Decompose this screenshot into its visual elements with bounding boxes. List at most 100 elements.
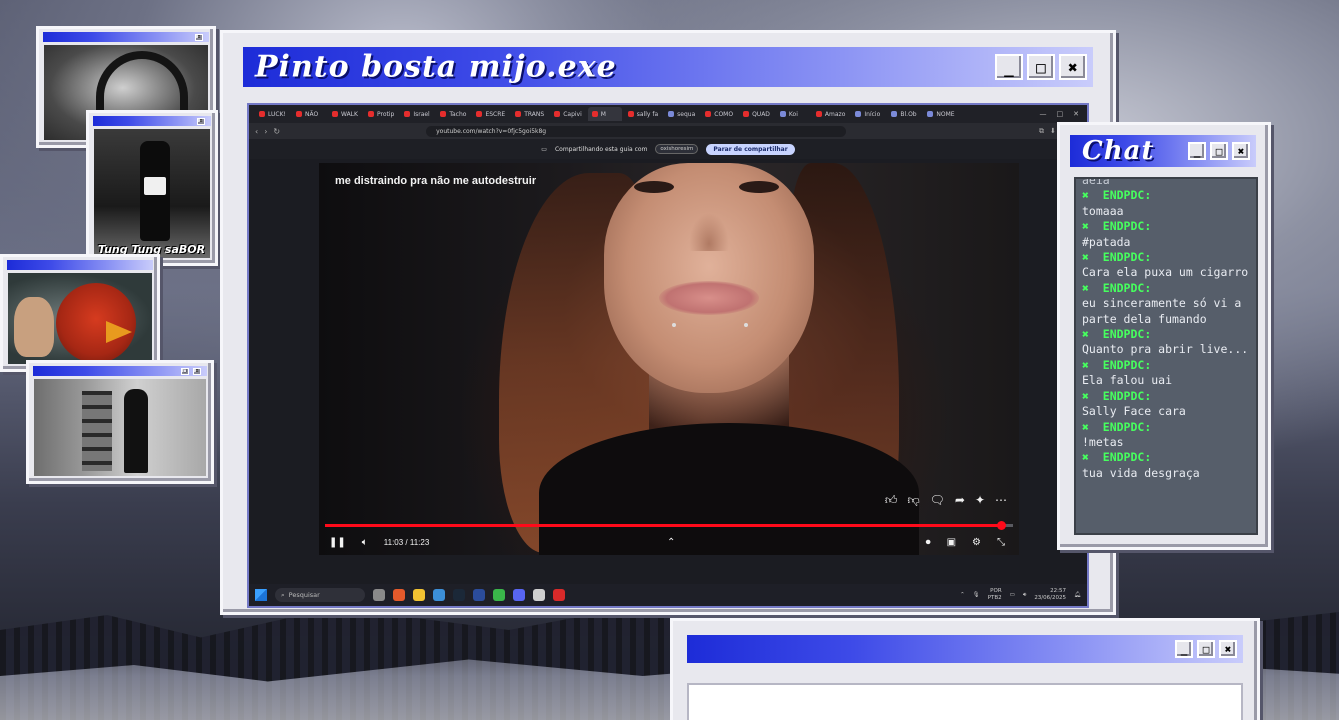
browser-tab[interactable]: Início: [851, 107, 885, 121]
downloads-icon[interactable]: ⬇: [1050, 127, 1056, 136]
url-field[interactable]: youtube.com/watch?v=0fjc5goi5k8g: [426, 125, 847, 137]
maximize-button[interactable]: □: [1027, 54, 1055, 80]
browser-maximize-icon[interactable]: □: [1057, 110, 1064, 118]
browser-tab[interactable]: NOME: [923, 107, 958, 121]
photoshop-icon[interactable]: [473, 589, 485, 601]
lang-indicator[interactable]: POR PTB2: [988, 588, 1002, 602]
chat-username[interactable]: ✖ ENDPDC:: [1082, 250, 1151, 264]
taskbar-search[interactable]: ⌕ Pesquisar: [275, 588, 365, 602]
browser-tab[interactable]: sally fa: [624, 107, 662, 121]
edge-icon[interactable]: [433, 589, 445, 601]
empty-close-button[interactable]: ✖: [1219, 640, 1237, 658]
speaker-icon[interactable]: 🔊︎: [1023, 592, 1026, 599]
close-button[interactable]: ✖: [1059, 54, 1087, 80]
chat-window[interactable]: Chat _ □ ✖ aêia ✖ ENDPDC: tomaaa ✖ ENDPDC:…: [1057, 122, 1271, 550]
browser-tab[interactable]: TRANS: [511, 107, 548, 121]
browser-tab[interactable]: Bl.Ob: [887, 107, 921, 121]
chat-username[interactable]: ✖ ENDPDC:: [1082, 450, 1151, 464]
app-green-icon[interactable]: [493, 589, 505, 601]
chevron-up-icon[interactable]: ⌃: [667, 537, 675, 548]
chat-log[interactable]: aêia ✖ ENDPDC: tomaaa ✖ ENDPDC: #patada ✖ EN…: [1074, 177, 1258, 535]
bottle-window-titlebar[interactable]: x: [93, 116, 211, 126]
minimize-button[interactable]: _: [995, 54, 1023, 80]
network-icon[interactable]: ▭: [1010, 592, 1015, 598]
like-icon[interactable]: 👍︎: [885, 493, 898, 508]
subtitles-icon[interactable]: ▣: [947, 537, 956, 548]
browser-tab[interactable]: LUCK!: [255, 107, 290, 121]
bird-window-titlebar[interactable]: [7, 260, 153, 270]
browser-close-icon[interactable]: ✕: [1073, 110, 1079, 118]
main-window[interactable]: Pinto bosta mijo.exe _ □ ✖ LUCK! NÃO WALK P…: [220, 30, 1116, 615]
app-red-icon[interactable]: [553, 589, 565, 601]
volume-icon[interactable]: 🔈︎: [362, 537, 368, 548]
forward-icon[interactable]: ›: [264, 127, 267, 136]
empty-minimize-button[interactable]: _: [1175, 640, 1193, 658]
room-window[interactable]: □ x: [26, 360, 214, 484]
room-window-titlebar[interactable]: □ x: [33, 366, 207, 376]
clock[interactable]: 22:57 23/06/2025: [1034, 588, 1066, 602]
pause-icon[interactable]: ❚❚: [329, 537, 346, 548]
browser-tab[interactable]: Israel: [400, 107, 434, 121]
empty-maximize-button[interactable]: □: [1197, 640, 1215, 658]
room-maximize-button[interactable]: □: [181, 367, 189, 375]
browser-tab[interactable]: COMO: [701, 107, 737, 121]
chat-minimize-button[interactable]: _: [1188, 142, 1206, 160]
browser-tab[interactable]: Tacho: [436, 107, 470, 121]
browser-tab[interactable]: sequa: [664, 107, 699, 121]
browser-tab[interactable]: QUAD: [739, 107, 774, 121]
reload-icon[interactable]: ↻: [273, 127, 280, 136]
chat-username[interactable]: ✖ ENDPDC:: [1082, 358, 1151, 372]
browser-tab[interactable]: M: [587, 107, 622, 121]
extension-icon[interactable]: ⧉: [1039, 127, 1044, 136]
steam-icon[interactable]: [453, 589, 465, 601]
autoplay-icon[interactable]: ⏺: [926, 537, 931, 548]
chat-username[interactable]: ✖ ENDPDC:: [1082, 327, 1151, 341]
share-arrow-icon[interactable]: ➦: [955, 493, 965, 508]
obs-icon[interactable]: [533, 589, 545, 601]
chat-username[interactable]: ✖ ENDPDC:: [1082, 219, 1151, 233]
windows-start-icon[interactable]: [255, 589, 267, 601]
browser-tab[interactable]: Amazo: [812, 107, 849, 121]
webcam-close-button[interactable]: x: [195, 33, 203, 41]
discord-icon[interactable]: [513, 589, 525, 601]
chat-window-titlebar[interactable]: Chat _ □ ✖: [1070, 135, 1256, 167]
webcam-window-titlebar[interactable]: x: [43, 32, 209, 42]
bottle-window[interactable]: x Tung Tung saBOR: [86, 110, 218, 266]
back-icon[interactable]: ‹: [255, 127, 258, 136]
mic-icon[interactable]: 🎙︎: [973, 592, 980, 598]
browser-tab[interactable]: Capivi: [550, 107, 586, 121]
browser-tab[interactable]: WALK: [328, 107, 362, 121]
empty-window[interactable]: _ □ ✖: [670, 618, 1260, 720]
file-explorer-icon[interactable]: [413, 589, 425, 601]
dislike-icon[interactable]: 👎︎: [907, 493, 919, 508]
sparkle-icon[interactable]: ✦: [975, 493, 985, 508]
browser-minimize-icon[interactable]: —: [1040, 110, 1047, 118]
brave-icon[interactable]: [393, 589, 405, 601]
chat-username[interactable]: ✖ ENDPDC:: [1082, 389, 1151, 403]
browser-tab[interactable]: ESCRE: [472, 107, 509, 121]
room-close-button[interactable]: x: [193, 367, 201, 375]
chat-maximize-button[interactable]: □: [1210, 142, 1228, 160]
browser-tab[interactable]: Protip: [364, 107, 398, 121]
chat-username[interactable]: ✖ ENDPDC:: [1082, 281, 1151, 295]
notification-icon[interactable]: 🔔︎: [1074, 592, 1081, 598]
chat-close-button[interactable]: ✖: [1232, 142, 1250, 160]
settings-gear-icon[interactable]: ⚙: [972, 537, 981, 548]
main-window-titlebar[interactable]: Pinto bosta mijo.exe _ □ ✖: [243, 47, 1093, 87]
bird-window[interactable]: [0, 254, 160, 372]
more-icon[interactable]: ⋯: [995, 493, 1007, 508]
video-player[interactable]: me distraindo pra não me autodestruir 👍︎…: [319, 163, 1019, 555]
stop-sharing-button[interactable]: Parar de compartilhar: [706, 143, 795, 155]
chat-username[interactable]: ✖ ENDPDC:: [1082, 188, 1151, 202]
widgets-icon[interactable]: [373, 589, 385, 601]
browser-tab[interactable]: NÃO: [292, 107, 326, 121]
comment-icon[interactable]: 🗨: [930, 493, 945, 508]
tray-arrow-icon[interactable]: ⌃: [960, 592, 965, 598]
progress-bar[interactable]: [325, 521, 1013, 530]
empty-window-titlebar[interactable]: _ □ ✖: [687, 635, 1243, 663]
progress-knob[interactable]: [997, 521, 1007, 530]
bottle-close-button[interactable]: x: [197, 117, 205, 125]
chat-username[interactable]: ✖ ENDPDC:: [1082, 420, 1151, 434]
exit-fullscreen-icon[interactable]: ⤡: [997, 537, 1005, 548]
browser-tab[interactable]: Koi: [776, 107, 810, 121]
